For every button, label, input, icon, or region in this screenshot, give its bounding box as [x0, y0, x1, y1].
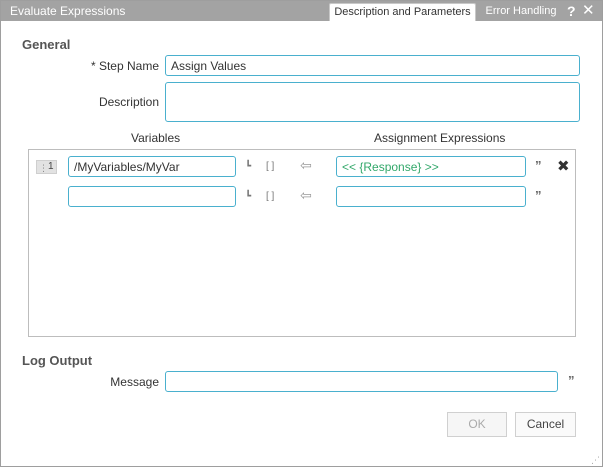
row-number-badge[interactable]: ⋮ 1	[36, 160, 57, 174]
tab-description-and-parameters[interactable]: Description and Parameters	[329, 3, 476, 21]
arrow-left-icon: ⇦	[300, 187, 312, 203]
brackets-icon[interactable]: [ ]	[266, 191, 274, 203]
close-icon[interactable]: ✕	[582, 2, 595, 20]
evaluate-expressions-dialog: Evaluate Expressions Description and Par…	[0, 0, 603, 467]
quote-icon[interactable]: ”	[568, 374, 575, 388]
step-name-label: * Step Name	[90, 59, 159, 73]
ok-button[interactable]: OK	[447, 412, 507, 437]
tree-browse-icon[interactable]: ┗	[245, 191, 251, 203]
arrow-left-icon: ⇦	[300, 157, 312, 173]
delete-row-icon[interactable]: ✖	[557, 159, 570, 174]
variable-input[interactable]: /MyVariables/MyVar	[68, 156, 236, 177]
step-name-input[interactable]: Assign Values	[165, 55, 580, 76]
assignment-expressions-column-header: Assignment Expressions	[374, 131, 506, 145]
resize-grip-icon[interactable]: ⋰	[591, 455, 600, 466]
tree-browse-icon[interactable]: ┗	[245, 161, 251, 173]
expression-input[interactable]: << {Response} >>	[336, 156, 526, 177]
description-label: Description	[98, 95, 159, 109]
expression-input[interactable]	[336, 186, 526, 207]
drag-handle-icon[interactable]: ⋮	[39, 162, 48, 174]
log-output-heading: Log Output	[22, 353, 93, 368]
general-heading: General	[22, 37, 71, 52]
quote-icon[interactable]: ”	[535, 159, 542, 173]
tab-error-handling[interactable]: Error Handling	[479, 3, 563, 21]
cancel-button[interactable]: Cancel	[515, 412, 576, 437]
help-icon[interactable]: ?	[567, 2, 576, 20]
row-number: 1	[48, 161, 54, 172]
message-input[interactable]	[165, 371, 558, 392]
title-bar[interactable]: Evaluate Expressions Description and Par…	[1, 1, 602, 21]
message-label: Message	[110, 375, 159, 389]
assignment-grid	[28, 149, 576, 337]
brackets-icon[interactable]: [ ]	[266, 161, 274, 173]
quote-icon[interactable]: ”	[535, 189, 542, 203]
dialog-title: Evaluate Expressions	[10, 4, 126, 18]
variable-input[interactable]	[68, 186, 236, 207]
description-textarea[interactable]	[165, 82, 580, 122]
variables-column-header: Variables	[131, 131, 181, 145]
